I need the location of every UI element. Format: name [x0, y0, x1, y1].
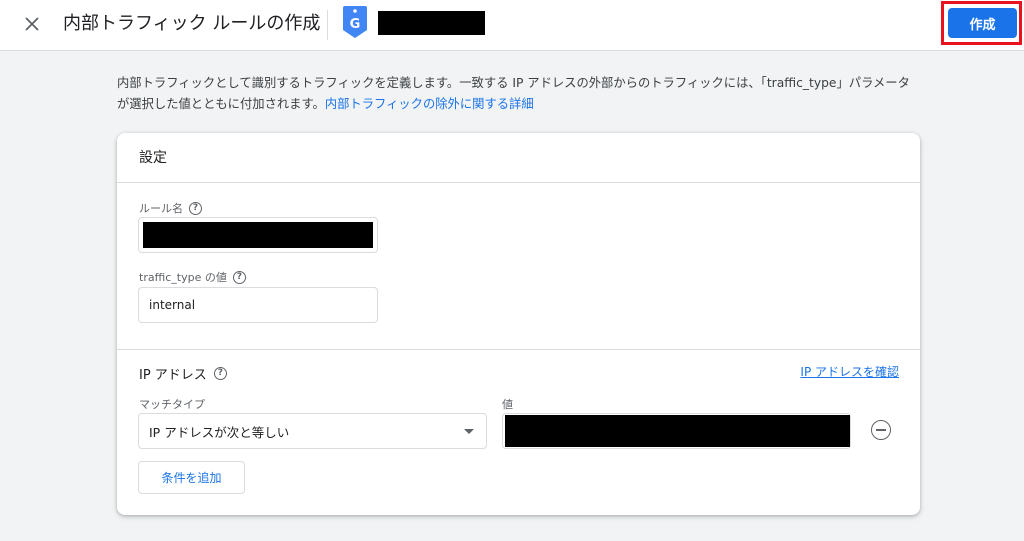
learn-more-link[interactable]: 内部トラフィックの除外に関する詳細 — [325, 97, 534, 111]
ip-value-input[interactable] — [502, 413, 851, 449]
ip-section-title: IP アドレス ? — [139, 364, 227, 383]
remove-condition-button[interactable] — [871, 420, 891, 440]
add-condition-button[interactable]: 条件を追加 — [138, 461, 245, 494]
traffic-type-label: traffic_type の値 ? — [139, 269, 246, 285]
redacted-rule-name — [143, 222, 373, 248]
close-button[interactable] — [18, 10, 46, 38]
redacted-property-name — [378, 11, 485, 35]
rule-name-input[interactable] — [138, 217, 378, 253]
value-label: 値 — [502, 398, 513, 411]
help-icon[interactable]: ? — [232, 270, 246, 284]
description: 内部トラフィックとして識別するトラフィックを定義します。一致する IP アドレス… — [117, 73, 917, 115]
traffic-type-input[interactable]: internal — [138, 287, 378, 323]
create-button[interactable]: 作成 — [948, 8, 1017, 38]
card-divider — [117, 182, 920, 183]
section-divider — [117, 349, 920, 350]
dropdown-arrow-icon — [464, 428, 474, 434]
verify-ip-link[interactable]: IP アドレスを確認 — [800, 363, 899, 380]
rule-name-label: ルール名 ? — [139, 200, 202, 216]
header-divider — [327, 10, 328, 40]
google-tag-icon: G — [343, 6, 367, 38]
settings-card: 設定 ルール名 ? traffic_type の値 ? internal IP … — [117, 133, 920, 515]
tag-icon-letter: G — [350, 17, 361, 32]
redacted-ip-value — [505, 415, 850, 447]
help-icon[interactable]: ? — [213, 367, 227, 380]
card-title: 設定 — [139, 150, 167, 166]
rule-name-label-text: ルール名 — [139, 202, 183, 215]
help-icon[interactable]: ? — [189, 201, 202, 215]
match-type-value: IP アドレスが次と等しい — [149, 424, 290, 440]
page-title: 内部トラフィック ルールの作成 — [63, 13, 321, 34]
close-icon — [25, 17, 39, 31]
top-bar: 内部トラフィック ルールの作成 G 作成 — [0, 0, 1024, 51]
ip-section-title-text: IP アドレス — [139, 368, 207, 383]
minus-icon — [876, 429, 886, 431]
match-type-select[interactable]: IP アドレスが次と等しい — [138, 413, 487, 449]
traffic-type-label-text: traffic_type の値 — [139, 271, 227, 284]
match-type-label: マッチタイプ — [139, 398, 205, 411]
